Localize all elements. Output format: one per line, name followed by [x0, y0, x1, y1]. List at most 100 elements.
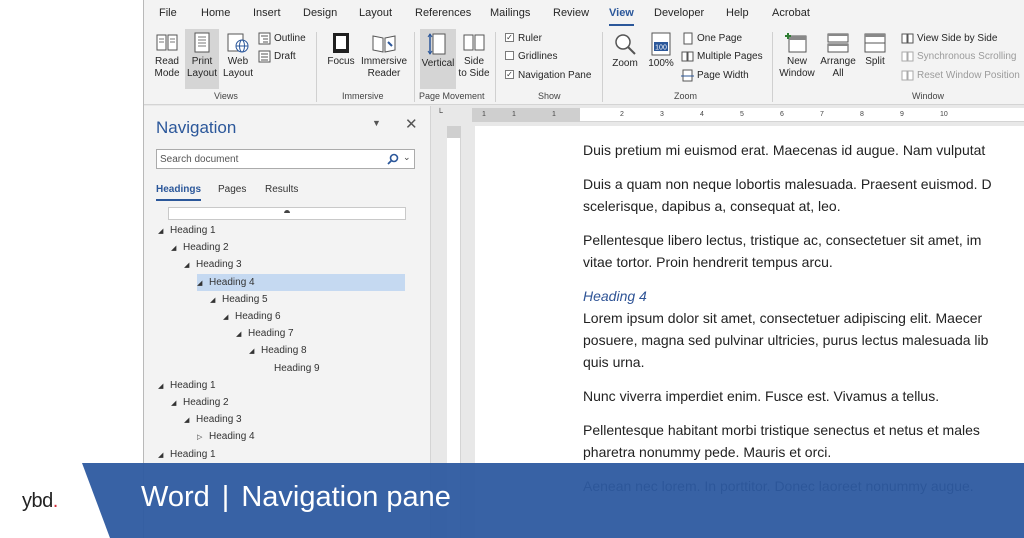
tab-headings[interactable]: Headings	[156, 184, 202, 201]
search-input[interactable]	[160, 152, 360, 167]
close-icon[interactable]: ✕	[405, 115, 418, 133]
tab-acrobat[interactable]: Acrobat	[772, 7, 810, 19]
heading-tree-label: Heading 1	[170, 225, 216, 236]
heading-tree-label: Heading 7	[248, 328, 294, 339]
tab-file[interactable]: File	[159, 7, 177, 19]
one-page-button[interactable]: One Page	[681, 31, 742, 47]
immersive-reader-label: Immersive Reader	[360, 56, 408, 79]
tab-layout[interactable]: Layout	[359, 7, 392, 19]
gridlines-checkbox[interactable]: Gridlines	[505, 49, 557, 65]
document-heading: Heading 4	[583, 288, 647, 304]
heading-tree-item[interactable]: ◢ Heading 5	[210, 291, 268, 308]
tab-developer[interactable]: Developer	[654, 7, 704, 19]
show-group-label: Show	[538, 91, 561, 101]
arrange-all-button[interactable]: Arrange All	[818, 29, 858, 89]
tab-home[interactable]: Home	[201, 7, 230, 19]
expanded-triangle-icon[interactable]: ◢	[236, 326, 248, 343]
zoom-100-label: 100%	[648, 58, 674, 69]
ruler-tick-label: 2	[620, 111, 624, 118]
ribbon-separator	[772, 32, 773, 102]
focus-button[interactable]: Focus	[324, 29, 358, 89]
heading-tree-item[interactable]: ◢ Heading 1	[158, 377, 216, 394]
tab-references[interactable]: References	[415, 7, 471, 19]
heading-tree-item[interactable]: ◢ Heading 1	[158, 446, 216, 463]
immersive-reader-icon	[372, 35, 396, 53]
multiple-pages-label: Multiple Pages	[697, 51, 763, 62]
horizontal-ruler[interactable]: 1 1 1 2 3 4 5 6 7 8 9 10	[472, 108, 1024, 122]
navigation-pane-checkbox[interactable]: ✓ Navigation Pane	[505, 68, 591, 84]
expanded-triangle-icon[interactable]: ◢	[197, 275, 209, 292]
pane-options-chevron-icon[interactable]: ▼	[372, 118, 381, 128]
heading-tree-item[interactable]: ◢ Heading 4	[197, 274, 405, 291]
collapse-icon: ⯊	[283, 209, 291, 218]
word-window: File Home Insert Design Layout Reference…	[143, 0, 1024, 538]
heading-tree-item[interactable]: ◢ Heading 3	[184, 411, 242, 428]
document-text-line: quis urna.	[583, 354, 645, 370]
search-icon[interactable]	[387, 153, 399, 165]
heading-tree-item[interactable]: ◢ Heading 8	[249, 342, 307, 359]
zoom-button[interactable]: Zoom	[608, 29, 642, 89]
new-window-button[interactable]: New Window	[778, 29, 816, 89]
draft-button[interactable]: Draft	[258, 49, 296, 65]
read-mode-button[interactable]: Read Mode	[150, 29, 184, 89]
page-width-icon	[681, 69, 694, 82]
expanded-triangle-icon[interactable]: ◢	[210, 292, 222, 309]
tab-results[interactable]: Results	[265, 184, 298, 195]
heading-tree-item[interactable]: Heading 9	[262, 360, 320, 377]
collapse-all-bar[interactable]: ⯊	[168, 207, 406, 220]
vertical-ruler-margin	[447, 126, 461, 138]
outline-button[interactable]: Outline	[258, 31, 306, 47]
tab-review[interactable]: Review	[553, 7, 589, 19]
immersive-reader-button[interactable]: Immersive Reader	[360, 29, 408, 89]
multiple-pages-button[interactable]: Multiple Pages	[681, 49, 763, 65]
side-to-side-button[interactable]: Side to Side	[457, 29, 491, 89]
expanded-triangle-icon[interactable]: ◢	[171, 240, 183, 257]
heading-tree-item[interactable]: ◢ Heading 1	[158, 222, 216, 239]
ruler-tick-label: 6	[780, 111, 784, 118]
page-width-button[interactable]: Page Width	[681, 68, 749, 84]
zoom-100-button[interactable]: 100 100%	[645, 29, 677, 89]
tab-design[interactable]: Design	[303, 7, 337, 19]
heading-tree-item[interactable]: ▷ Heading 4	[197, 428, 255, 445]
expanded-triangle-icon[interactable]: ◢	[158, 223, 170, 240]
heading-tree-item[interactable]: ◢ Heading 3	[184, 256, 242, 273]
tab-insert[interactable]: Insert	[253, 7, 281, 19]
heading-tree-item[interactable]: ◢ Heading 2	[171, 239, 229, 256]
zoom-group-label: Zoom	[674, 91, 698, 101]
tab-help[interactable]: Help	[726, 7, 749, 19]
document-text-line: posuere, magna sed pulvinar ultricies, p…	[583, 332, 989, 348]
split-button[interactable]: Split	[860, 29, 890, 89]
banner-app: Word	[141, 481, 210, 513]
expanded-triangle-icon[interactable]: ◢	[171, 395, 183, 412]
synchronous-scrolling-button[interactable]: Synchronous Scrolling	[901, 49, 1017, 65]
print-layout-button[interactable]: Print Layout	[185, 29, 219, 89]
heading-tree-item[interactable]: ◢ Heading 6	[223, 308, 281, 325]
vertical-button[interactable]: Vertical	[420, 29, 456, 89]
view-side-by-side-button[interactable]: View Side by Side	[901, 31, 997, 47]
heading-tree-label: Heading 3	[196, 414, 242, 425]
expanded-triangle-icon[interactable]: ◢	[184, 257, 196, 274]
arrange-all-icon	[827, 33, 849, 53]
immersive-group-label: Immersive	[342, 91, 384, 101]
ruler-checkbox[interactable]: ✓ Ruler	[505, 31, 542, 47]
expanded-triangle-icon[interactable]: ◢	[158, 447, 170, 464]
expanded-triangle-icon[interactable]: ◢	[249, 343, 261, 360]
tab-pages[interactable]: Pages	[218, 184, 246, 195]
document-text-line: Duis a quam non neque lobortis malesuada…	[583, 176, 992, 192]
expanded-triangle-icon[interactable]: ◢	[158, 378, 170, 395]
tab-mailings[interactable]: Mailings	[490, 7, 530, 19]
tab-selector-icon[interactable]: └	[434, 108, 446, 120]
collapsed-triangle-icon[interactable]: ▷	[197, 429, 209, 446]
window-group-label: Window	[912, 91, 945, 101]
tab-view[interactable]: View	[609, 7, 634, 26]
web-layout-button[interactable]: Web Layout	[221, 29, 255, 89]
chevron-down-icon[interactable]: ⌄	[403, 152, 411, 163]
heading-tree-label: Heading 1	[170, 449, 216, 460]
expanded-triangle-icon[interactable]: ◢	[184, 412, 196, 429]
reset-window-position-button[interactable]: Reset Window Position	[901, 68, 1020, 84]
heading-tree-item[interactable]: ◢ Heading 2	[171, 394, 229, 411]
navigation-pane-label: Navigation Pane	[518, 70, 592, 81]
expanded-triangle-icon[interactable]: ◢	[223, 309, 235, 326]
side-to-side-label: Side to Side	[458, 56, 490, 79]
heading-tree-item[interactable]: ◢ Heading 7	[236, 325, 294, 342]
